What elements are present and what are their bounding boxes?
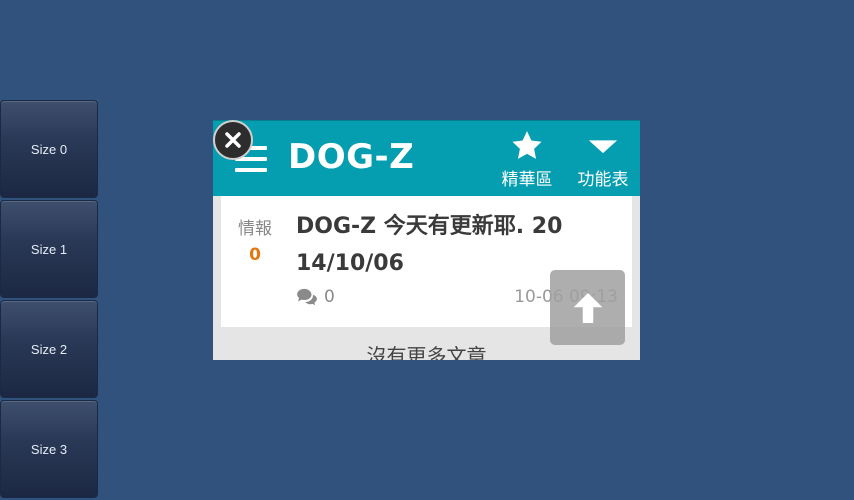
- app-toolbar: DOG-Z 精華區 功能表: [213, 120, 640, 196]
- digest-button[interactable]: 精華區: [494, 129, 560, 191]
- post-category: 情報: [238, 219, 272, 239]
- comment-count: 0: [296, 287, 335, 307]
- arrow-up-icon: [573, 292, 602, 323]
- size-3-button[interactable]: Size 3: [0, 400, 98, 498]
- size-0-button[interactable]: Size 0: [0, 100, 98, 198]
- scroll-to-top-button[interactable]: [550, 270, 625, 345]
- star-icon: [512, 131, 542, 159]
- menu-button[interactable]: 功能表: [570, 129, 636, 191]
- size-panel: Size 0 Size 1 Size 2 Size 3: [0, 100, 100, 500]
- comment-count-value: 0: [324, 287, 335, 307]
- post-category-count: 0: [249, 245, 261, 265]
- close-button[interactable]: [213, 120, 253, 160]
- size-1-button[interactable]: Size 1: [0, 200, 98, 298]
- board-title: DOG-Z: [288, 137, 415, 177]
- close-icon: [225, 132, 241, 148]
- chevron-down-icon: [588, 140, 618, 154]
- digest-label: 精華區: [501, 170, 553, 190]
- size-2-button[interactable]: Size 2: [0, 300, 98, 398]
- comments-icon: [297, 288, 317, 306]
- post-title-line-1: DOG-Z 今天有更新耶. 20: [296, 214, 563, 239]
- menu-label: 功能表: [577, 170, 629, 190]
